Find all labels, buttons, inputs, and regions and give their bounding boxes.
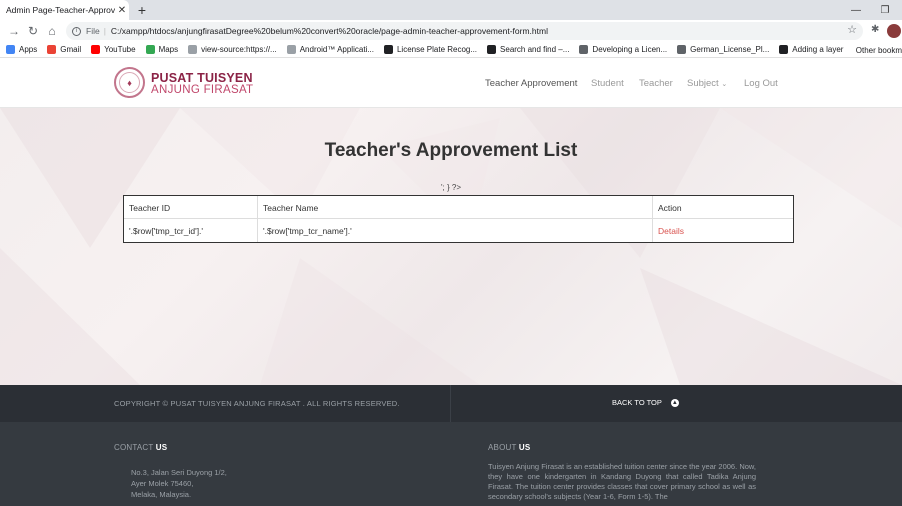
bookmark-item[interactable]: German_License_Pl...: [677, 45, 769, 54]
about-heading-prefix: ABOUT: [488, 443, 517, 452]
bookmark-item[interactable]: Developing a Licen...: [579, 45, 667, 54]
page-title: Teacher's Approvement List: [324, 140, 578, 161]
address-url[interactable]: C:/xampp/htdocs/anjungfirasatDegree%20be…: [111, 26, 548, 36]
bookmark-item[interactable]: YouTube: [91, 45, 136, 54]
bookmark-label: Maps: [158, 45, 179, 54]
close-tab-icon[interactable]: ✕: [115, 5, 129, 16]
youtube-icon: [91, 45, 101, 54]
bookmark-label: License Plate Recog...: [396, 45, 478, 54]
other-bookmarks[interactable]: Other bookm: [845, 42, 902, 57]
cell-action: Details: [653, 219, 792, 242]
bookmark-label: Search and find –...: [500, 45, 570, 54]
footer-divider: [450, 385, 451, 422]
gmail-icon: [47, 45, 57, 54]
contact-heading-suffix: US: [155, 443, 168, 452]
nav-teacher[interactable]: Teacher: [639, 78, 673, 89]
globe-icon: [286, 45, 296, 54]
contact-heading: CONTACT US: [114, 443, 167, 452]
bookmark-item[interactable]: Apps: [6, 45, 37, 54]
address-bar[interactable]: i File | C:/xampp/htdocs/anjungfirasatDe…: [66, 22, 863, 40]
globe-icon: [188, 45, 198, 54]
apps-icon: [6, 45, 15, 54]
reload-icon[interactable]: ↻: [25, 23, 41, 39]
back-arrow-icon[interactable]: →: [6, 23, 22, 39]
browser-tab[interactable]: Admin Page-Teacher-Approveme ✕: [0, 0, 129, 20]
arrow-up-icon: ▲: [670, 398, 679, 407]
address-line: Ayer Molek 75460,: [131, 479, 194, 488]
table-row: '.$row['tmp_tcr_id'].' '.$row['tmp_tcr_n…: [124, 219, 793, 242]
bookmark-label: view-source:https://...: [201, 45, 277, 54]
nav-student[interactable]: Student: [591, 78, 624, 89]
restore-icon[interactable]: ❐: [872, 0, 898, 20]
maps-icon: [145, 45, 155, 54]
profile-avatar[interactable]: [887, 24, 901, 38]
nav-teacher-approvement[interactable]: Teacher Approvement: [485, 78, 577, 89]
extensions-icon[interactable]: ✱: [871, 24, 879, 35]
bookmark-item[interactable]: Search and find –...: [487, 45, 569, 54]
bookmark-item[interactable]: License Plate Recog...: [383, 45, 478, 54]
github-icon: [677, 45, 687, 54]
other-bookmarks-label: Other bookm: [855, 45, 902, 55]
footer-bottom: CONTACT US No.3, Jalan Seri Duyong 1/2, …: [0, 422, 902, 506]
about-heading-suffix: US: [518, 443, 531, 452]
bookmark-item[interactable]: Gmail: [47, 45, 81, 54]
bookmark-label: Apps: [19, 45, 38, 54]
header-teacher-id: Teacher ID: [124, 196, 258, 219]
chevron-down-icon: ⌄: [721, 81, 728, 88]
footer-top: COPYRIGHT © PUSAT TUISYEN ANJUNG FIRASAT…: [0, 385, 902, 422]
brand-name-line2[interactable]: ANJUNG FIRASAT: [151, 84, 253, 96]
bookmark-label: Developing a Licen...: [592, 45, 668, 54]
teacher-approvement-table: Teacher ID Teacher Name Action '.$row['t…: [123, 195, 794, 243]
browser-toolbar: → ↻ ⌂ i File | C:/xampp/htdocs/anjungfir…: [0, 20, 902, 42]
back-to-top-link[interactable]: BACK TO TOP ▲: [612, 398, 679, 407]
about-heading: ABOUT US: [488, 443, 530, 452]
bookmark-item[interactable]: view-source:https://...: [188, 45, 277, 54]
header-action: Action: [658, 202, 682, 213]
page-icon: [779, 45, 789, 54]
contact-address: No.3, Jalan Seri Duyong 1/2, Ayer Molek …: [131, 467, 227, 500]
cell-teacher-id: '.$row['tmp_tcr_id'].': [124, 219, 258, 242]
nav-subject[interactable]: Subject ⌄: [687, 78, 727, 89]
address-separator: |: [103, 26, 106, 36]
browser-tabbar: Admin Page-Teacher-Approveme ✕ + — ❐: [0, 0, 902, 20]
main-content: Teacher's Approvement List '; } ?> Teach…: [0, 108, 902, 385]
new-tab-icon[interactable]: +: [134, 2, 150, 18]
bookmark-star-icon[interactable]: ☆: [847, 23, 857, 36]
tab-title: Admin Page-Teacher-Approveme: [6, 5, 115, 15]
nav-subject-label: Subject: [687, 78, 719, 89]
address-line: Melaka, Malaysia.: [131, 490, 192, 499]
bookmark-label: Android™ Applicati...: [299, 45, 374, 54]
site-header: ♦ PUSAT TUISYEN ANJUNG FIRASAT Teacher A…: [0, 59, 902, 108]
logo[interactable]: ♦: [114, 67, 145, 98]
bookmark-label: Gmail: [60, 45, 82, 54]
table-header-row: Teacher ID Teacher Name Action: [124, 196, 793, 219]
address-scheme: File: [86, 26, 100, 36]
video-icon: [487, 45, 497, 54]
s-icon: [579, 45, 589, 54]
address-line: No.3, Jalan Seri Duyong 1/2,: [131, 468, 227, 477]
bookmark-label: YouTube: [104, 45, 136, 54]
contact-heading-prefix: CONTACT: [114, 443, 154, 452]
copyright-text: COPYRIGHT © PUSAT TUISYEN ANJUNG FIRASAT…: [114, 399, 400, 408]
bookmark-item[interactable]: Android™ Applicati...: [286, 45, 374, 54]
back-to-top-label: BACK TO TOP: [612, 398, 662, 407]
bookmark-label: German_License_Pl...: [690, 45, 770, 54]
stray-php-text: '; } ?>: [441, 183, 461, 192]
logo-drop-icon: ♦: [119, 72, 140, 93]
nav-logout[interactable]: Log Out: [744, 78, 778, 89]
home-icon[interactable]: ⌂: [44, 23, 60, 39]
cell-teacher-name: '.$row['tmp_tcr_name'].': [258, 219, 653, 242]
brand-name-line1[interactable]: PUSAT TUISYEN: [151, 71, 253, 85]
header-teacher-name: Teacher Name: [258, 196, 653, 219]
video-icon: [383, 45, 393, 54]
details-link[interactable]: Details: [658, 226, 684, 236]
minimize-icon[interactable]: —: [843, 0, 869, 20]
about-text: Tuisyen Anjung Firasat is an established…: [488, 462, 756, 501]
bookmark-item[interactable]: Maps: [145, 45, 179, 54]
bookmarks-bar: Apps Gmail YouTube Maps view-source:https://…: [0, 42, 902, 58]
info-icon[interactable]: i: [72, 26, 81, 36]
